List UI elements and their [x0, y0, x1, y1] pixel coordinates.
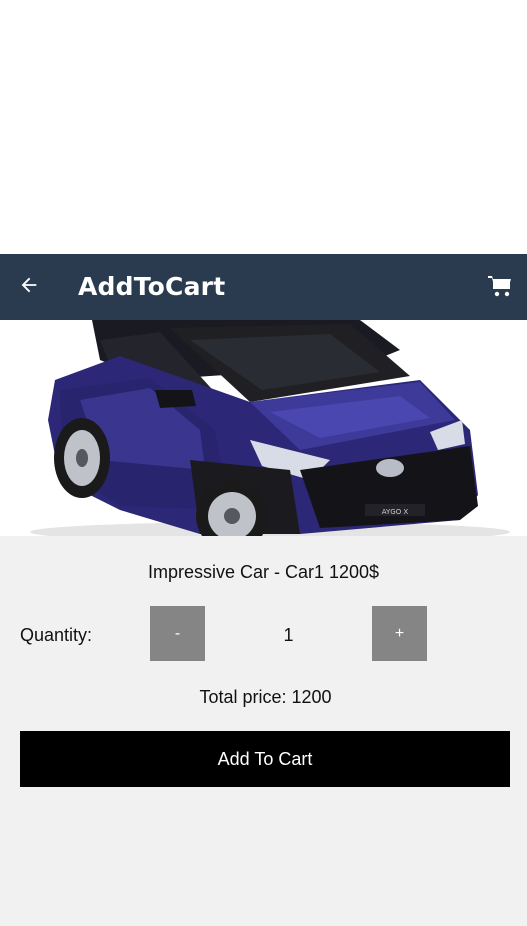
increase-quantity-button[interactable]: + — [372, 606, 427, 661]
product-title: Impressive Car - Car1 1200$ — [147, 562, 380, 582]
quantity-value: 1 — [283, 625, 294, 645]
shopping-cart-icon — [487, 274, 513, 303]
product-image: AYGO X — [0, 320, 527, 536]
back-button[interactable] — [14, 272, 44, 302]
status-area — [0, 0, 527, 254]
page-title: AddToCart — [78, 272, 226, 301]
arrow-left-icon — [18, 274, 40, 301]
total-price: Total price: 1200 — [199, 687, 332, 707]
decrease-quantity-button[interactable]: - — [150, 606, 205, 661]
quantity-label: Quantity: — [20, 625, 93, 645]
app-bar: AddToCart — [0, 254, 527, 320]
add-to-cart-button[interactable]: Add To Cart — [20, 731, 510, 787]
car-model-badge: AYGO X — [382, 508, 409, 516]
cart-button[interactable] — [484, 274, 516, 302]
product-details: Impressive Car - Car1 1200$ Quantity: - … — [0, 536, 527, 926]
